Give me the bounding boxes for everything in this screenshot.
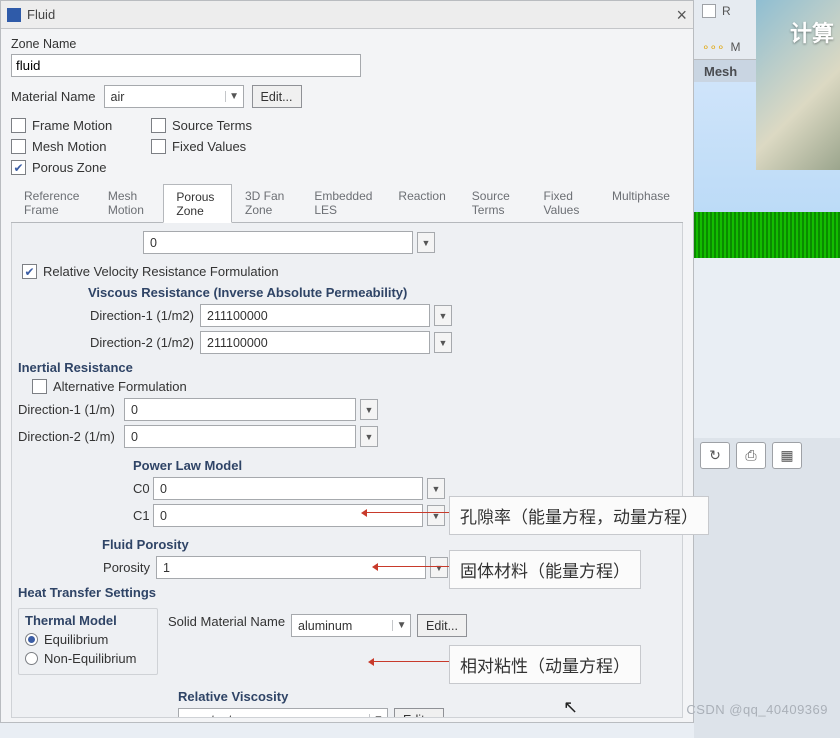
frame-motion-checkbox[interactable]: Frame Motion: [11, 118, 151, 133]
direction2-vr-input[interactable]: 211100000: [200, 331, 430, 354]
solid-material-edit-button[interactable]: Edit...: [417, 614, 467, 637]
tab-embedded-les[interactable]: Embedded LES: [301, 183, 385, 222]
viewport-mesh: [694, 212, 840, 258]
alternative-formulation-checkbox[interactable]: Alternative Formulation: [32, 379, 676, 394]
c1-input[interactable]: 0: [153, 504, 423, 527]
annotation-relative-viscosity: 相对粘性（动量方程）: [449, 645, 641, 684]
relative-viscosity-label: Relative Viscosity: [178, 689, 676, 704]
photo-overlay: 计算: [756, 0, 840, 170]
thermal-model-group: Thermal Model Equilibrium Non-Equilibriu…: [18, 608, 158, 675]
watermark: CSDN @qq_40409369: [686, 702, 828, 717]
titlebar: Fluid ×: [1, 1, 693, 29]
tab-reaction[interactable]: Reaction: [385, 183, 458, 222]
relative-velocity-checkbox[interactable]: ✔Relative Velocity Resistance Formulatio…: [22, 264, 676, 279]
solid-material-name-label: Solid Material Name: [168, 614, 285, 629]
tool-button-3[interactable]: ▦: [772, 442, 802, 469]
tab-multiphase[interactable]: Multiphase: [599, 183, 683, 222]
chevron-down-icon[interactable]: ▼: [369, 714, 387, 718]
tab-bar: Reference Frame Mesh Motion Porous Zone …: [11, 183, 683, 223]
direction2-ir-input[interactable]: 0: [124, 425, 356, 448]
chevron-down-icon[interactable]: ▼: [417, 232, 435, 253]
tool-button-2[interactable]: ⎙: [736, 442, 766, 469]
annotation-solid-material: 固体材料（能量方程）: [449, 550, 641, 589]
chevron-down-icon[interactable]: ▼: [392, 620, 410, 631]
c1-label: C1: [133, 508, 153, 523]
direction1-ir-input[interactable]: 0: [124, 398, 356, 421]
inertial-resistance-label: Inertial Resistance: [18, 360, 676, 375]
direction1-vr-input[interactable]: 211100000: [200, 304, 430, 327]
c0-label: C0: [133, 481, 153, 496]
solid-material-combo[interactable]: aluminum ▼: [291, 614, 411, 637]
tab-mesh-motion[interactable]: Mesh Motion: [95, 183, 164, 222]
annotation-porosity: 孔隙率（能量方程，动量方程）: [449, 496, 709, 535]
arrow-solid-material: [374, 566, 450, 567]
leftover-field[interactable]: 0: [143, 231, 413, 254]
tab-3d-fan-zone[interactable]: 3D Fan Zone: [232, 183, 301, 222]
photo-caption: 计算: [790, 16, 834, 48]
chevron-down-icon[interactable]: ▼: [225, 91, 243, 102]
power-law-model-label: Power Law Model: [133, 458, 676, 473]
chevron-down-icon[interactable]: ▼: [427, 478, 445, 499]
thermal-model-label: Thermal Model: [25, 613, 151, 628]
porous-zone-checkbox[interactable]: ✔Porous Zone: [11, 160, 151, 175]
tab-reference-frame[interactable]: Reference Frame: [11, 183, 95, 222]
material-name-combo[interactable]: air ▼: [104, 85, 244, 108]
zone-name-input[interactable]: [11, 54, 361, 77]
material-name-label: Material Name: [11, 89, 96, 104]
app-icon: [7, 8, 21, 22]
fixed-values-checkbox[interactable]: Fixed Values: [151, 139, 311, 154]
cursor-icon: ↖: [563, 697, 578, 718]
arrow-relative-viscosity: [370, 661, 450, 662]
viewport-lower: ↻ ⎙ ▦: [694, 438, 840, 738]
mesh-motion-checkbox[interactable]: Mesh Motion: [11, 139, 151, 154]
direction1-vr-label: Direction-1 (1/m2): [88, 308, 200, 323]
porosity-input[interactable]: 1: [156, 556, 426, 579]
c0-input[interactable]: 0: [153, 477, 423, 500]
tab-source-terms[interactable]: Source Terms: [459, 183, 531, 222]
direction2-vr-label: Direction-2 (1/m2): [88, 335, 200, 350]
window-title: Fluid: [27, 7, 55, 22]
fluid-dialog: Fluid × Zone Name Material Name air ▼ Ed…: [0, 0, 694, 723]
chevron-down-icon[interactable]: ▼: [430, 557, 448, 578]
equilibrium-radio[interactable]: Equilibrium: [25, 632, 151, 647]
porosity-label: Porosity: [102, 560, 156, 575]
viscous-resistance-label: Viscous Resistance (Inverse Absolute Per…: [88, 285, 676, 300]
tab-fixed-values[interactable]: Fixed Values: [531, 183, 599, 222]
chevron-down-icon[interactable]: ▼: [360, 426, 378, 447]
direction1-ir-label: Direction-1 (1/m): [18, 402, 124, 417]
chevron-down-icon[interactable]: ▼: [434, 305, 452, 326]
chevron-down-icon[interactable]: ▼: [360, 399, 378, 420]
zone-name-label: Zone Name: [11, 37, 683, 51]
porous-zone-panel: 0 ▼ ✔Relative Velocity Resistance Formul…: [11, 223, 683, 718]
material-edit-button[interactable]: Edit...: [252, 85, 302, 108]
relative-viscosity-combo[interactable]: constant ▼: [178, 708, 388, 718]
relative-viscosity-edit-button[interactable]: Edit...: [394, 708, 444, 718]
arrow-porosity: [363, 512, 449, 513]
chevron-down-icon[interactable]: ▼: [434, 332, 452, 353]
direction2-ir-label: Direction-2 (1/m): [18, 429, 124, 444]
tool-button-1[interactable]: ↻: [700, 442, 730, 469]
chevron-down-icon[interactable]: ▼: [427, 505, 445, 526]
tab-porous-zone[interactable]: Porous Zone: [163, 184, 232, 223]
source-terms-checkbox[interactable]: Source Terms: [151, 118, 311, 133]
close-icon[interactable]: ×: [676, 6, 687, 24]
non-equilibrium-radio[interactable]: Non-Equilibrium: [25, 651, 151, 666]
